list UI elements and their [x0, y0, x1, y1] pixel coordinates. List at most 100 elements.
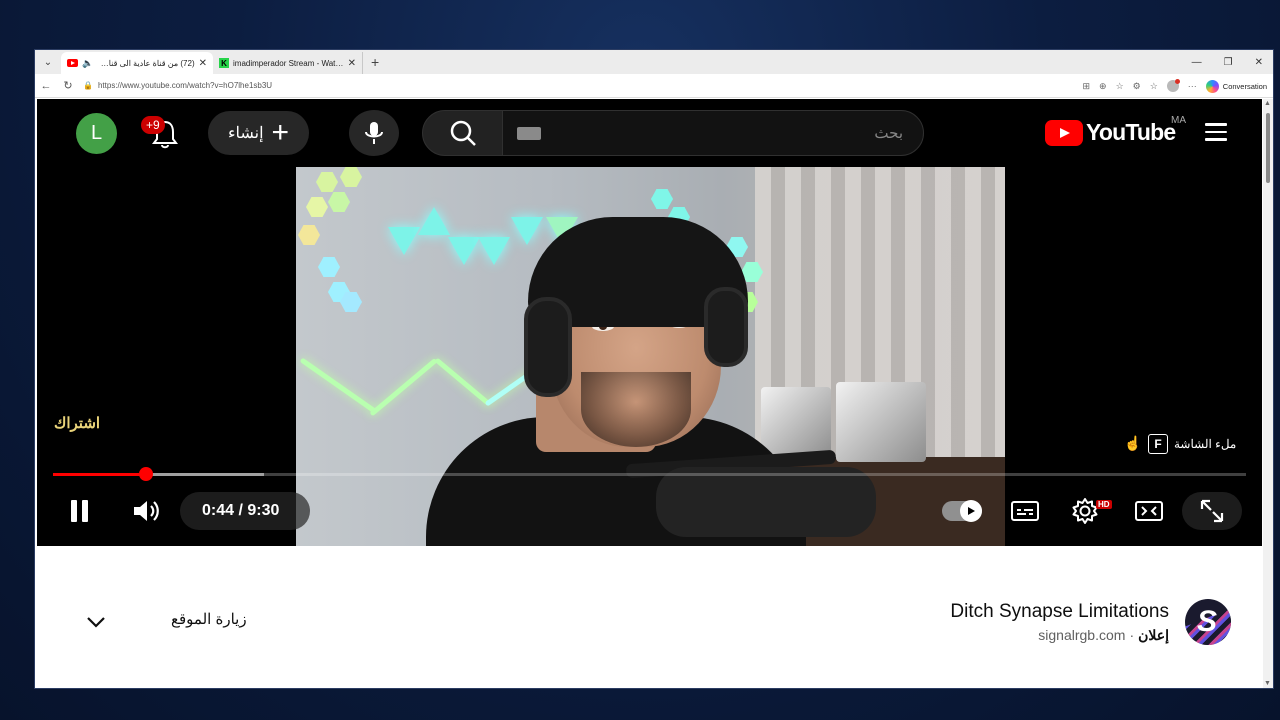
close-window-icon[interactable]: ✕ — [1255, 57, 1263, 68]
subscribe-watermark[interactable]: اشتراك — [54, 414, 100, 432]
tab-title: (72) من قناة عادية الى قناة في — [97, 58, 195, 68]
minimize-icon[interactable]: — — [1192, 57, 1202, 68]
plus-icon: + — [271, 116, 290, 149]
kick-favicon-icon: K — [219, 58, 229, 68]
hd-badge: HD — [1096, 500, 1112, 509]
avatar-letter: L — [90, 122, 103, 144]
address-bar: ← ↻ 🔒 https://www.youtube.com/watch?v=hO… — [35, 74, 1273, 98]
ad-domain[interactable]: signalrgb.com — [1038, 627, 1125, 644]
pause-button[interactable] — [65, 495, 93, 527]
light-panel — [448, 237, 480, 265]
fullscreen-button[interactable] — [1182, 492, 1242, 530]
create-button[interactable]: + إنشاء — [208, 111, 309, 155]
new-tab-icon[interactable]: + — [371, 54, 379, 70]
light-strip — [434, 357, 492, 407]
url-field[interactable]: 🔒 https://www.youtube.com/watch?v=hO7lhe… — [83, 81, 272, 90]
light-panel — [511, 217, 543, 245]
subtitles-button[interactable] — [1007, 496, 1043, 526]
scroll-up-icon[interactable]: ▲ — [1264, 100, 1271, 107]
volume-button[interactable] — [129, 494, 163, 528]
scrubber-handle[interactable] — [139, 467, 154, 481]
light-panel — [418, 207, 450, 235]
url-text: https://www.youtube.com/watch?v=hO7lhe1s… — [97, 81, 273, 90]
light-panel — [298, 225, 320, 245]
tab-title: imadimperador Stream - Watch Li — [233, 58, 344, 68]
ad-panel: زيارة الموقع Ditch Synapse Limitations s… — [61, 599, 1231, 679]
light-panel — [316, 172, 338, 192]
light-panel — [306, 197, 328, 217]
youtube-masthead: L +9 + إنشاء بحث YouTube MA — [37, 99, 1262, 167]
microphone-icon — [365, 122, 383, 144]
copilot-button[interactable]: Conversation — [1205, 79, 1267, 93]
profile-avatar-icon[interactable] — [1166, 79, 1180, 92]
refresh-icon[interactable]: ↻ — [57, 79, 79, 92]
window-controls: — ❐ ✕ — [1192, 50, 1267, 74]
browser-window: ⌄ 🔈 (72) من قناة عادية الى قناة في ✕ K i… — [35, 50, 1273, 688]
search-button[interactable] — [422, 110, 503, 156]
toolbar-right: ⊞ ⊕ ☆ ⚙ ☆ ··· Conversation — [1082, 74, 1267, 98]
ad-title[interactable]: Ditch Synapse Limitations — [950, 601, 1169, 623]
tab-actions-menu-icon[interactable]: ⌄ — [37, 53, 59, 71]
mouse-cursor-icon: ☝ — [1124, 435, 1142, 451]
search-input[interactable]: بحث — [502, 110, 924, 156]
apps-icon[interactable]: ⊞ — [1082, 81, 1090, 92]
ad-label: إعلان — [1138, 627, 1169, 643]
country-code: MA — [1171, 115, 1186, 126]
speaker-icon[interactable]: 🔈 — [82, 58, 93, 69]
tab-youtube[interactable]: 🔈 (72) من قناة عادية الى قناة في ✕ — [61, 52, 213, 74]
fullscreen-tooltip: F ملء الشاشة — [1148, 434, 1236, 454]
more-icon[interactable]: ··· — [1188, 81, 1197, 91]
theater-mode-button[interactable] — [1132, 496, 1166, 526]
tab-kick-stream[interactable]: K imadimperador Stream - Watch Li ✕ — [213, 52, 363, 74]
search-placeholder: بحث — [874, 125, 903, 142]
shortcut-key: F — [1148, 434, 1168, 454]
youtube-logo[interactable]: YouTube — [1045, 119, 1176, 146]
gear-icon — [1072, 498, 1098, 524]
scroll-thumb[interactable] — [1266, 113, 1270, 183]
zoom-icon[interactable]: ⊕ — [1099, 81, 1107, 92]
person-beard — [581, 372, 691, 447]
back-icon[interactable]: ← — [35, 80, 57, 92]
menu-icon[interactable] — [1205, 123, 1227, 141]
light-panel — [340, 167, 362, 187]
favorite-star-icon[interactable]: ☆ — [1116, 81, 1124, 92]
chevron-down-icon[interactable] — [81, 607, 111, 637]
play-button-plaque — [836, 382, 926, 462]
page-scrollbar[interactable]: ▲ ▼ — [1263, 99, 1273, 688]
light-panel — [318, 257, 340, 277]
autoplay-knob — [960, 500, 982, 522]
lock-icon[interactable]: 🔒 — [83, 81, 93, 90]
visit-site-button[interactable]: زيارة الموقع — [171, 610, 247, 628]
play-icon — [968, 507, 975, 515]
close-tab-icon[interactable]: ✕ — [199, 58, 207, 69]
fullscreen-icon — [1200, 499, 1224, 523]
keyboard-icon[interactable] — [517, 127, 541, 140]
restore-icon[interactable]: ❐ — [1224, 57, 1233, 68]
favorites-icon[interactable]: ☆ — [1150, 81, 1158, 92]
video-frame[interactable] — [296, 167, 1005, 546]
notification-count-badge: +9 — [141, 116, 165, 134]
time-display: 0:44 / 9:30 — [180, 492, 310, 530]
autoplay-toggle[interactable] — [942, 500, 982, 522]
youtube-page: L +9 + إنشاء بحث YouTube MA اشتراك ☝ F م… — [37, 99, 1262, 688]
close-tab-icon[interactable]: ✕ — [348, 58, 356, 69]
video-player[interactable]: L +9 + إنشاء بحث YouTube MA اشتراك ☝ F م… — [37, 99, 1262, 546]
light-strip — [369, 357, 438, 417]
search-icon — [450, 120, 476, 146]
play-button-plaque — [761, 387, 831, 457]
youtube-favicon-icon — [67, 59, 78, 67]
volume-icon — [134, 501, 159, 521]
logo-text: YouTube — [1086, 119, 1176, 145]
theater-mode-icon — [1135, 501, 1163, 521]
scroll-down-icon[interactable]: ▼ — [1264, 680, 1271, 687]
fullscreen-tooltip-label: ملء الشاشة — [1174, 437, 1237, 451]
voice-search-button[interactable] — [349, 110, 399, 156]
microphone — [656, 467, 876, 537]
headphone — [524, 297, 572, 397]
ad-meta: signalrgb.com · إعلان — [1038, 627, 1169, 644]
account-avatar[interactable]: L — [76, 113, 117, 154]
advertiser-logo[interactable] — [1185, 599, 1231, 645]
subtitles-icon — [1011, 501, 1039, 521]
extensions-icon[interactable]: ⚙ — [1133, 81, 1141, 92]
create-label: إنشاء — [227, 125, 264, 142]
